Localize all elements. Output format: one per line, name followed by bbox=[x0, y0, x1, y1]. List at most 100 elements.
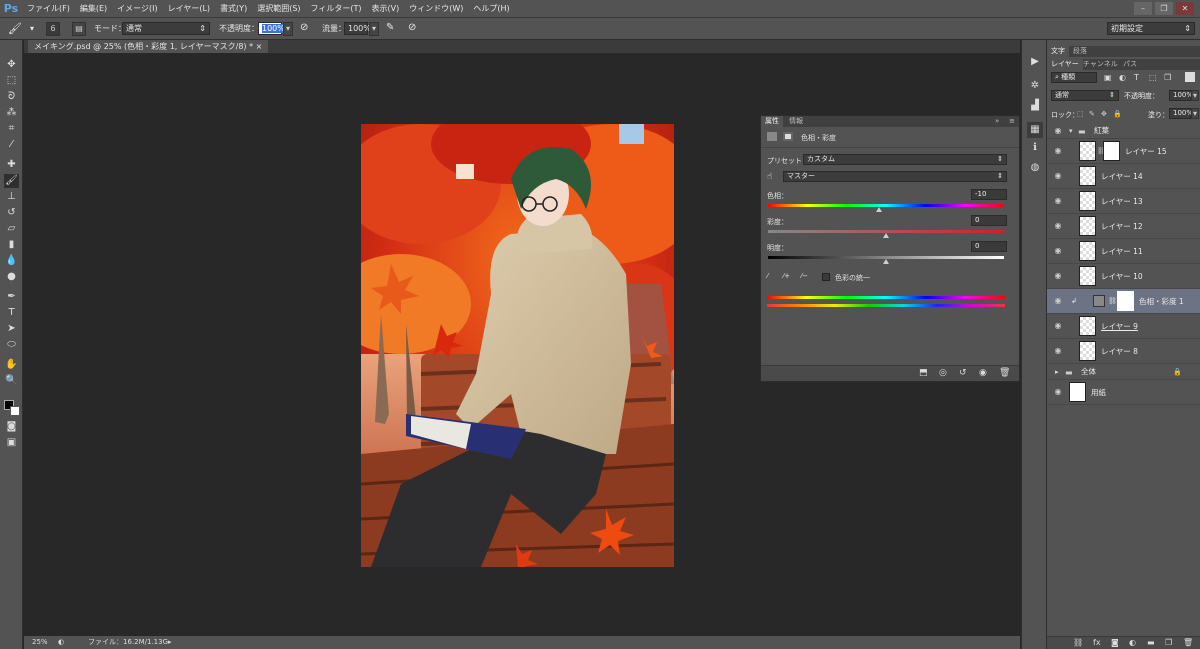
eyedropper-minus-icon[interactable]: ⁄− bbox=[801, 272, 808, 280]
link-layers-icon[interactable]: ⛓ bbox=[1073, 638, 1083, 647]
flow-field[interactable]: 100% bbox=[344, 22, 371, 35]
screen-mode-icon[interactable]: ▣ bbox=[4, 436, 19, 450]
layer-row-11[interactable]: ◉ レイヤー 11 bbox=[1047, 239, 1200, 264]
brush-tool-icon[interactable]: 🖌 bbox=[8, 22, 22, 35]
mode-select[interactable]: 通常 ⇕ bbox=[122, 22, 210, 35]
layer-opacity-field[interactable]: 100% bbox=[1169, 90, 1193, 101]
adjustments-icon[interactable]: ✲ bbox=[1027, 78, 1043, 94]
pressure-opacity-icon[interactable]: ⊘ bbox=[300, 21, 308, 34]
trash-icon[interactable]: 🗑 bbox=[999, 368, 1010, 378]
tab-properties[interactable]: 属性 bbox=[761, 116, 783, 127]
color-panel-icon[interactable]: ◍ bbox=[1027, 160, 1043, 176]
play-icon[interactable]: ▶ bbox=[1027, 54, 1043, 70]
eye-icon[interactable]: ◉ bbox=[1053, 197, 1063, 205]
lightness-input[interactable]: 0 bbox=[971, 241, 1007, 252]
pixel-filter-icon[interactable]: ▣ bbox=[1104, 73, 1112, 82]
background-color-swatch[interactable] bbox=[10, 406, 20, 416]
eye-icon[interactable]: ◉ bbox=[1053, 347, 1063, 355]
filter-toggle-icon[interactable] bbox=[1185, 72, 1195, 82]
eye-icon[interactable]: ◉ bbox=[1053, 172, 1063, 180]
pressure-size-icon[interactable]: ⊘ bbox=[408, 21, 416, 34]
layer-style-icon[interactable]: fx bbox=[1093, 638, 1101, 647]
restore-button[interactable]: ❐ bbox=[1155, 2, 1173, 15]
panel-collapse-icon[interactable]: » bbox=[991, 116, 1003, 127]
lasso-tool-icon[interactable]: ᘐ bbox=[4, 90, 19, 104]
document-tab[interactable]: メイキング.psd @ 25% (色相・彩度 1, レイヤーマスク/8) * × bbox=[28, 40, 269, 53]
zoom-tool-icon[interactable]: 🔍 bbox=[4, 374, 19, 388]
layer-row-15[interactable]: ◉ ⛓ レイヤー 15 bbox=[1047, 139, 1200, 164]
smart-object-filter-icon[interactable]: ❐ bbox=[1164, 73, 1171, 82]
hand-tool-icon[interactable]: ✋ bbox=[4, 358, 19, 372]
menu-filter[interactable]: フィルター(T) bbox=[306, 0, 367, 18]
add-mask-icon[interactable]: ◙ bbox=[1111, 638, 1119, 647]
expand-arrow-icon[interactable]: ▸ bbox=[1055, 368, 1059, 376]
hue-slider[interactable] bbox=[768, 204, 1004, 207]
tab-layers[interactable]: レイヤー bbox=[1047, 59, 1083, 70]
preset-select[interactable]: カスタム ⇕ bbox=[803, 154, 1007, 165]
menu-help[interactable]: ヘルプ(H) bbox=[468, 0, 514, 18]
new-group-icon[interactable]: ▬ bbox=[1147, 638, 1155, 647]
adjustment-icon[interactable] bbox=[767, 132, 777, 141]
lock-image-icon[interactable]: ✎ bbox=[1089, 110, 1095, 118]
eye-icon[interactable]: ◉ bbox=[1053, 127, 1063, 135]
view-previous-icon[interactable]: ◎ bbox=[939, 368, 947, 378]
layer-row-hue-saturation[interactable]: ◉ ↲ ⛓ 色相・彩度 1 bbox=[1047, 289, 1200, 314]
new-layer-icon[interactable]: ❐ bbox=[1165, 638, 1172, 647]
channel-select[interactable]: マスター ⇕ bbox=[783, 171, 1007, 182]
history-brush-tool-icon[interactable]: ↺ bbox=[4, 206, 19, 220]
magic-wand-tool-icon[interactable]: ⁂ bbox=[4, 106, 19, 120]
menu-file[interactable]: ファイル(F) bbox=[22, 0, 75, 18]
workspace-select[interactable]: 初期設定 ⇕ bbox=[1107, 22, 1195, 35]
layer-row-12[interactable]: ◉ レイヤー 12 bbox=[1047, 214, 1200, 239]
mask-icon[interactable] bbox=[783, 132, 793, 141]
tab-channels[interactable]: チャンネル bbox=[1079, 59, 1122, 70]
eye-icon[interactable]: ◉ bbox=[1053, 222, 1063, 230]
flow-dropdown-icon[interactable]: ▾ bbox=[369, 22, 379, 36]
crop-tool-icon[interactable]: ⌗ bbox=[4, 122, 19, 136]
menu-layer[interactable]: レイヤー(L) bbox=[163, 0, 215, 18]
panel-menu-icon[interactable]: ≡ bbox=[1005, 116, 1019, 127]
clone-stamp-tool-icon[interactable]: ⊥ bbox=[4, 190, 19, 204]
brush-size-picker[interactable]: 6 bbox=[46, 22, 60, 36]
shape-filter-icon[interactable]: ⬚ bbox=[1149, 73, 1157, 82]
colorize-checkbox[interactable] bbox=[822, 273, 830, 281]
brush-tool-icon[interactable]: 🖌 bbox=[4, 174, 19, 188]
fill-field[interactable]: 100% bbox=[1169, 108, 1193, 119]
pen-tool-icon[interactable]: ✒ bbox=[4, 290, 19, 304]
clip-to-layer-icon[interactable]: ⬒ bbox=[919, 368, 928, 378]
new-adjustment-icon[interactable]: ◐ bbox=[1129, 638, 1136, 647]
gradient-tool-icon[interactable]: ▮ bbox=[4, 238, 19, 252]
menu-select[interactable]: 選択範囲(S) bbox=[252, 0, 305, 18]
menu-image[interactable]: イメージ(I) bbox=[112, 0, 162, 18]
layer-row-9[interactable]: ◉ レイヤー 9 bbox=[1047, 314, 1200, 339]
lock-all-icon[interactable]: 🔒 bbox=[1113, 110, 1122, 118]
eyedropper-tool-icon[interactable]: ⁄ bbox=[4, 138, 19, 152]
fill-dropdown-icon[interactable]: ▾ bbox=[1191, 108, 1199, 119]
quick-mask-icon[interactable]: ◙ bbox=[4, 420, 19, 434]
eye-icon[interactable]: ◉ bbox=[1053, 297, 1063, 305]
adjustment-filter-icon[interactable]: ◐ bbox=[1119, 73, 1126, 82]
status-info-icon[interactable]: ◐ bbox=[58, 636, 64, 649]
properties-icon[interactable]: ▦ bbox=[1027, 122, 1043, 138]
lightness-slider-knob[interactable] bbox=[883, 259, 889, 264]
lock-position-icon[interactable]: ✥ bbox=[1101, 110, 1107, 118]
eyedropper-plus-icon[interactable]: ⁄+ bbox=[783, 272, 790, 280]
eye-icon[interactable]: ◉ bbox=[1053, 322, 1063, 330]
tab-paths[interactable]: パス bbox=[1119, 59, 1141, 70]
marquee-tool-icon[interactable]: ⬚ bbox=[4, 74, 19, 88]
hue-input[interactable]: -10 bbox=[971, 189, 1007, 200]
targeted-adjust-hand-icon[interactable]: ☝ bbox=[767, 172, 772, 182]
airbrush-icon[interactable]: ✎ bbox=[386, 21, 394, 34]
layer-group-zentai[interactable]: ▸ ▬ 全体 🔒 bbox=[1047, 364, 1200, 380]
histogram-icon[interactable]: ▟ bbox=[1027, 98, 1043, 114]
reset-icon[interactable]: ↺ bbox=[959, 368, 967, 378]
zoom-level[interactable]: 25% bbox=[32, 636, 48, 649]
tab-paragraph[interactable]: 段落 bbox=[1069, 46, 1091, 57]
close-icon[interactable]: × bbox=[256, 42, 263, 51]
status-menu-icon[interactable]: ▸ bbox=[168, 636, 172, 649]
expand-arrow-icon[interactable]: ▾ bbox=[1069, 127, 1073, 135]
brush-panel-toggle-icon[interactable]: ▤ bbox=[72, 22, 86, 36]
eye-icon[interactable]: ◉ bbox=[1053, 272, 1063, 280]
layer-opacity-dropdown-icon[interactable]: ▾ bbox=[1191, 90, 1199, 101]
healing-brush-tool-icon[interactable]: ✚ bbox=[4, 158, 19, 172]
